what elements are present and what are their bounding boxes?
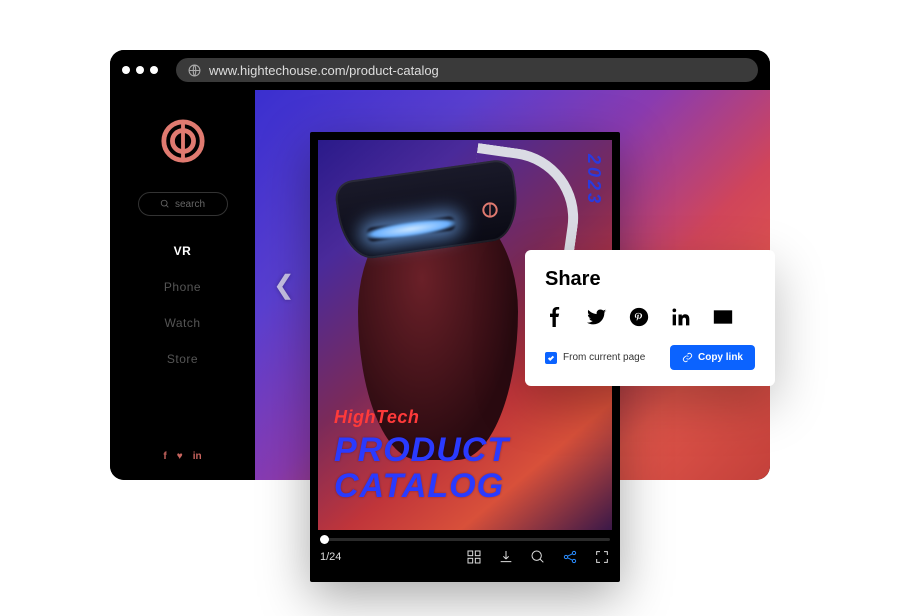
window-dot[interactable] [122,66,130,74]
catalog-title-line1: PRODUCT [334,431,509,470]
fullscreen-icon[interactable] [594,549,610,565]
link-icon [682,352,693,363]
sidebar-item-store[interactable]: Store [167,352,198,366]
sidebar-social-row: f ♥ in [163,451,201,462]
page-indicator: 1/24 [320,551,341,563]
download-icon[interactable] [498,549,514,565]
prev-arrow[interactable]: ❮ [273,270,295,301]
brand-logo [160,118,206,164]
viewer-toolbar: 1/24 [310,538,620,582]
window-controls[interactable] [122,66,158,74]
search-icon[interactable] [530,549,546,565]
pinterest-icon[interactable] [629,307,649,327]
checkbox-label: From current page [563,352,645,363]
copy-link-button[interactable]: Copy link [670,345,755,370]
linkedin-icon[interactable] [671,307,691,327]
facebook-icon[interactable] [545,307,565,327]
thumbnails-icon[interactable] [466,549,482,565]
url-text: www.hightechouse.com/product-catalog [209,63,439,78]
catalog-title-line2: CATALOG [334,467,504,506]
brand-logo-small [482,202,498,218]
sidebar-item-phone[interactable]: Phone [164,280,201,294]
share-popover: Share From current page Copy link [525,250,775,386]
search-icon [160,199,170,209]
email-icon[interactable] [713,307,733,327]
sidebar-nav: VR Phone Watch Store [164,244,201,366]
url-bar[interactable]: www.hightechouse.com/product-catalog [176,58,758,82]
sidebar-item-vr[interactable]: VR [174,244,192,258]
search-placeholder: search [175,199,205,210]
share-heading: Share [545,268,755,291]
window-dot[interactable] [150,66,158,74]
progress-bar[interactable] [320,538,610,541]
sidebar-item-watch[interactable]: Watch [164,316,200,330]
twitter-icon[interactable] [587,307,607,327]
search-input[interactable]: search [138,192,228,216]
facebook-icon[interactable]: f [163,451,166,462]
checkbox-icon [545,352,557,364]
from-current-page-checkbox[interactable]: From current page [545,352,645,364]
share-icon[interactable] [562,549,578,565]
window-dot[interactable] [136,66,144,74]
twitter-icon[interactable]: ♥ [177,451,183,462]
browser-titlebar: www.hightechouse.com/product-catalog [110,50,770,90]
catalog-year: 2023 [583,154,604,206]
share-icon-row [545,307,755,327]
linkedin-icon[interactable]: in [193,451,202,462]
sidebar: search VR Phone Watch Store f ♥ in [110,90,255,480]
copy-link-label: Copy link [698,352,743,363]
brand-wordmark: HighTech [334,407,419,428]
globe-icon [188,64,201,77]
